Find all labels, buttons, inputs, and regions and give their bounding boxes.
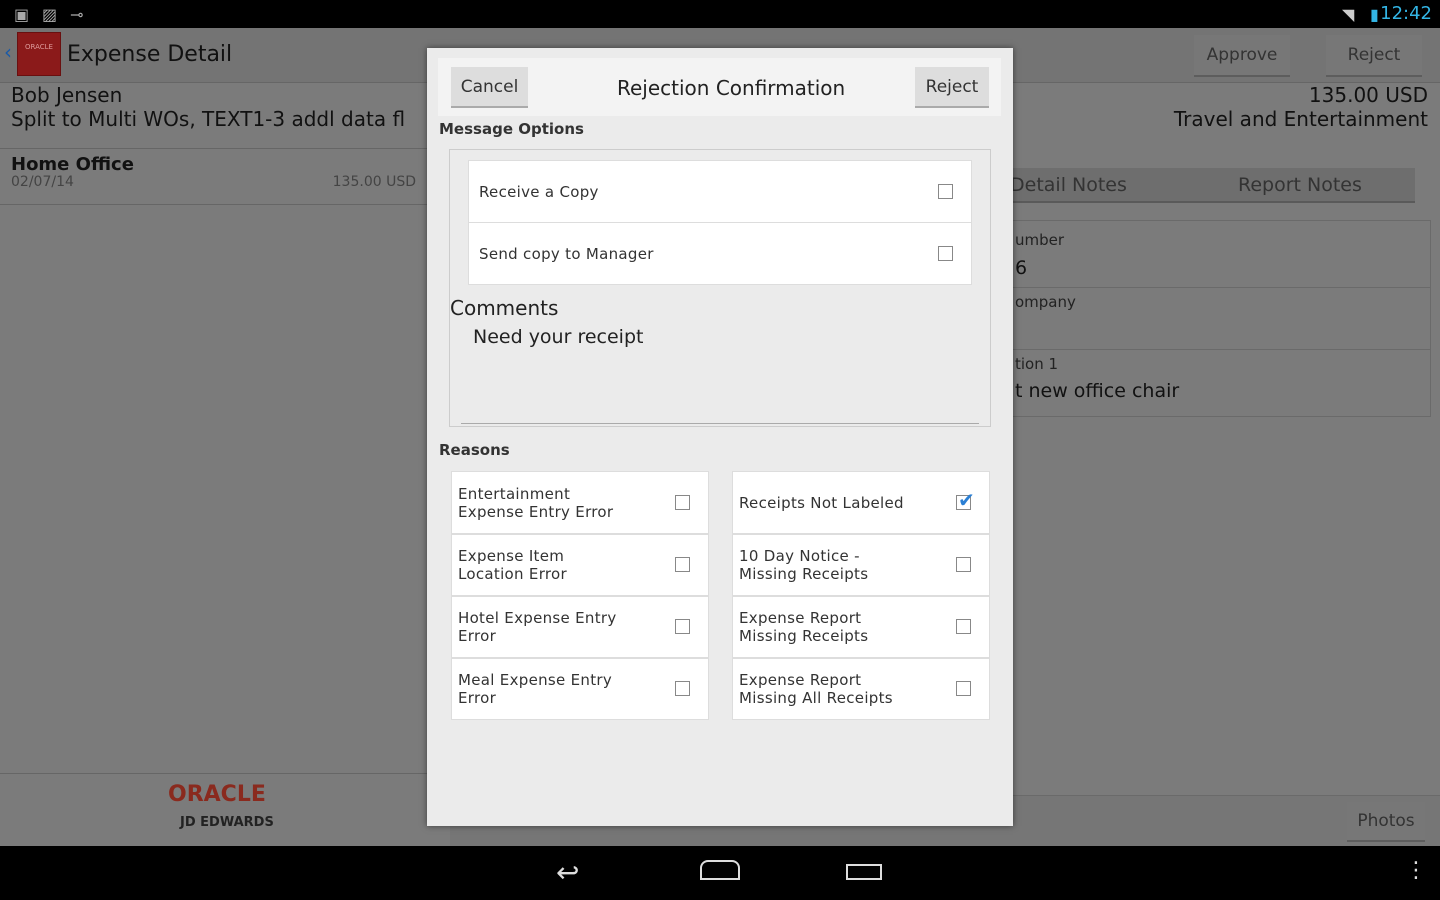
checkmark-icon: ✔ (958, 487, 976, 512)
checkbox[interactable] (675, 681, 690, 696)
approve-button[interactable]: Approve (1194, 35, 1290, 77)
message-options-heading: Message Options (439, 120, 584, 138)
checkbox[interactable] (956, 681, 971, 696)
rejection-dialog: Cancel Rejection Confirmation Reject Mes… (427, 48, 1013, 826)
option-receive-copy[interactable]: Receive a Copy (468, 160, 972, 223)
reason-option[interactable]: 10 Day Notice - Missing Receipts (732, 534, 990, 596)
checkbox-checked[interactable]: ✔ (956, 488, 975, 512)
overflow-menu-icon[interactable]: ⋮ (1405, 858, 1427, 883)
field-row: tion 1 t new office chair (1015, 355, 1180, 402)
reason-option[interactable]: Expense Item Location Error (451, 534, 709, 596)
download-icon: ▣ (14, 5, 30, 24)
item-amount: 135.00 USD (332, 174, 416, 190)
checkbox[interactable] (938, 183, 953, 199)
cancel-button[interactable]: Cancel (451, 67, 528, 108)
key-icon: ⊸ (70, 5, 84, 24)
reason-option[interactable]: Expense Report Missing All Receipts (732, 658, 990, 720)
dialog-reject-button[interactable]: Reject (915, 67, 989, 108)
comments-label: Comments (450, 296, 559, 320)
dialog-title: Rejection Confirmation (617, 76, 846, 100)
tab-detail-notes[interactable]: Detail Notes (1010, 174, 1127, 196)
checkbox[interactable] (675, 494, 690, 510)
checkbox[interactable] (938, 245, 953, 261)
checkbox[interactable] (956, 619, 971, 634)
reason-option[interactable]: Hotel Expense Entry Error (451, 596, 709, 658)
amount: 135.00 USD (1308, 83, 1428, 107)
field-row: ompany (1001, 288, 1430, 350)
recent-apps-icon[interactable] (846, 864, 882, 880)
home-nav-icon[interactable] (700, 860, 740, 880)
image-icon: ▨ (42, 5, 58, 24)
footer-logo: ORACLE JD EDWARDS (0, 773, 427, 846)
checkbox[interactable] (675, 619, 690, 634)
photos-button[interactable]: Photos (1347, 802, 1425, 842)
status-bar: ▣ ▨ ⊸ ◥ ▮ 12:42 (0, 0, 1440, 28)
page-title: Expense Detail (67, 42, 233, 67)
report-description: Split to Multi WOs, TEXT1-3 addl data fl (11, 107, 406, 131)
item-title: Home Office (11, 154, 134, 175)
reason-option[interactable]: Meal Expense Entry Error (451, 658, 709, 720)
reason-option[interactable]: Receipts Not Labeled ✔ (732, 471, 990, 534)
employee-name: Bob Jensen (11, 83, 123, 107)
field-row: umber 6 (1001, 221, 1430, 288)
wifi-icon: ◥ (1342, 5, 1355, 24)
oracle-app-logo: ORACLE (17, 32, 61, 76)
clock: 12:42 (1380, 3, 1432, 24)
navigation-bar: ↩ ⋮ (0, 846, 1440, 900)
item-date: 02/07/14 (11, 174, 74, 190)
checkbox[interactable] (675, 557, 690, 572)
fields-panel: umber 6 ompany tion 1 t new office chair (1000, 220, 1431, 417)
back-icon[interactable]: ‹ (4, 40, 12, 64)
reason-option[interactable]: Entertainment Expense Entry Error (451, 471, 709, 534)
reject-button[interactable]: Reject (1326, 35, 1422, 77)
tab-report-notes[interactable]: Report Notes (1238, 174, 1362, 196)
expense-list-item[interactable]: Home Office 02/07/14 135.00 USD (0, 148, 427, 205)
reasons-heading: Reasons (439, 441, 510, 459)
comments-input[interactable]: Need your receipt (461, 324, 979, 424)
category: Travel and Entertainment (1173, 107, 1428, 131)
reason-option[interactable]: Expense Report Missing Receipts (732, 596, 990, 658)
back-nav-icon[interactable]: ↩ (556, 856, 579, 889)
checkbox[interactable] (956, 557, 971, 572)
option-send-manager[interactable]: Send copy to Manager (468, 223, 972, 285)
battery-charging-icon: ▮ (1370, 5, 1379, 24)
notes-tabs: Detail Notes Report Notes (1000, 168, 1415, 203)
